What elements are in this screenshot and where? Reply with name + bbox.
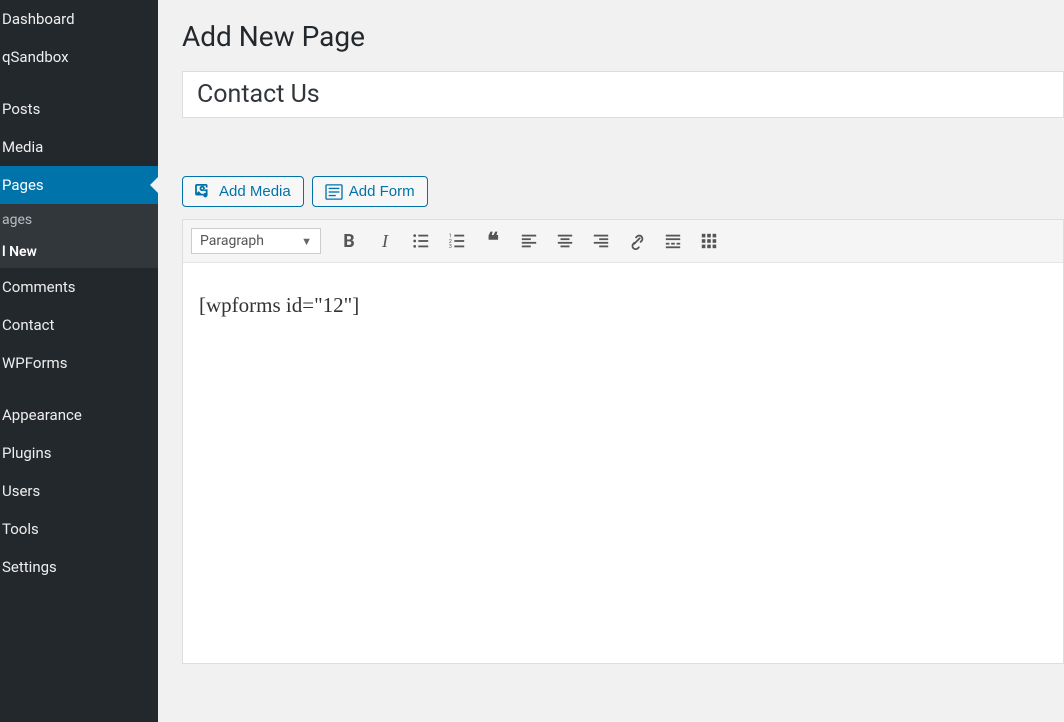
sidebar-item-appearance[interactable]: Appearance	[0, 396, 158, 434]
sidebar-item-tools[interactable]: Tools	[0, 510, 158, 548]
add-form-button[interactable]: Add Form	[312, 176, 428, 207]
numbered-list-button[interactable]: 123	[441, 226, 473, 256]
sidebar-item-users[interactable]: Users	[0, 472, 158, 510]
format-dropdown[interactable]: Paragraph ▼	[191, 228, 321, 254]
sidebar-item-dashboard[interactable]: Dashboard	[0, 0, 158, 38]
sidebar-item-pages[interactable]: Pages	[0, 166, 158, 204]
read-more-button[interactable]	[657, 226, 689, 256]
add-media-label: Add Media	[219, 183, 291, 200]
sidebar-submenu-pages: ages l New	[0, 204, 158, 268]
editor-box: Paragraph ▼ B I 123 ❝	[182, 219, 1064, 664]
sidebar-item-contact[interactable]: Contact	[0, 306, 158, 344]
sidebar-item-plugins[interactable]: Plugins	[0, 434, 158, 472]
media-buttons-row: Add Media Add Form	[182, 176, 1064, 207]
sidebar-item-settings[interactable]: Settings	[0, 548, 158, 586]
link-button[interactable]	[621, 226, 653, 256]
blockquote-button[interactable]: ❝	[477, 226, 509, 256]
align-left-button[interactable]	[513, 226, 545, 256]
camera-music-icon	[195, 184, 213, 200]
align-right-button[interactable]	[585, 226, 617, 256]
italic-button[interactable]: I	[369, 226, 401, 256]
sidebar-subitem-all-pages[interactable]: ages	[0, 204, 158, 236]
chevron-down-icon: ▼	[301, 235, 312, 248]
sidebar-separator	[0, 76, 158, 90]
svg-text:3: 3	[449, 244, 452, 250]
bold-button[interactable]: B	[333, 226, 365, 256]
page-title-input[interactable]	[182, 71, 1064, 118]
add-media-button[interactable]: Add Media	[182, 176, 304, 207]
sidebar-subitem-add-new[interactable]: l New	[0, 236, 158, 268]
main-content: Add New Page Add Media Add Form Paragrap…	[158, 0, 1064, 722]
toolbar-toggle-button[interactable]	[693, 226, 725, 256]
format-value: Paragraph	[200, 233, 264, 249]
editor-toolbar: Paragraph ▼ B I 123 ❝	[183, 220, 1063, 263]
editor-content[interactable]: [wpforms id="12"]	[183, 263, 1063, 663]
add-form-label: Add Form	[349, 183, 415, 200]
editor-wrap: Add Media Add Form Paragraph ▼ B I	[182, 176, 1064, 664]
admin-sidebar: Dashboard qSandbox Posts Media Pages age…	[0, 0, 158, 722]
sidebar-item-wpforms[interactable]: WPForms	[0, 344, 158, 382]
sidebar-item-comments[interactable]: Comments	[0, 268, 158, 306]
bullet-list-button[interactable]	[405, 226, 437, 256]
sidebar-item-media[interactable]: Media	[0, 128, 158, 166]
sidebar-separator	[0, 382, 158, 396]
sidebar-item-posts[interactable]: Posts	[0, 90, 158, 128]
form-icon	[325, 184, 343, 200]
page-title: Add New Page	[182, 20, 1064, 53]
sidebar-item-qsandbox[interactable]: qSandbox	[0, 38, 158, 76]
align-center-button[interactable]	[549, 226, 581, 256]
